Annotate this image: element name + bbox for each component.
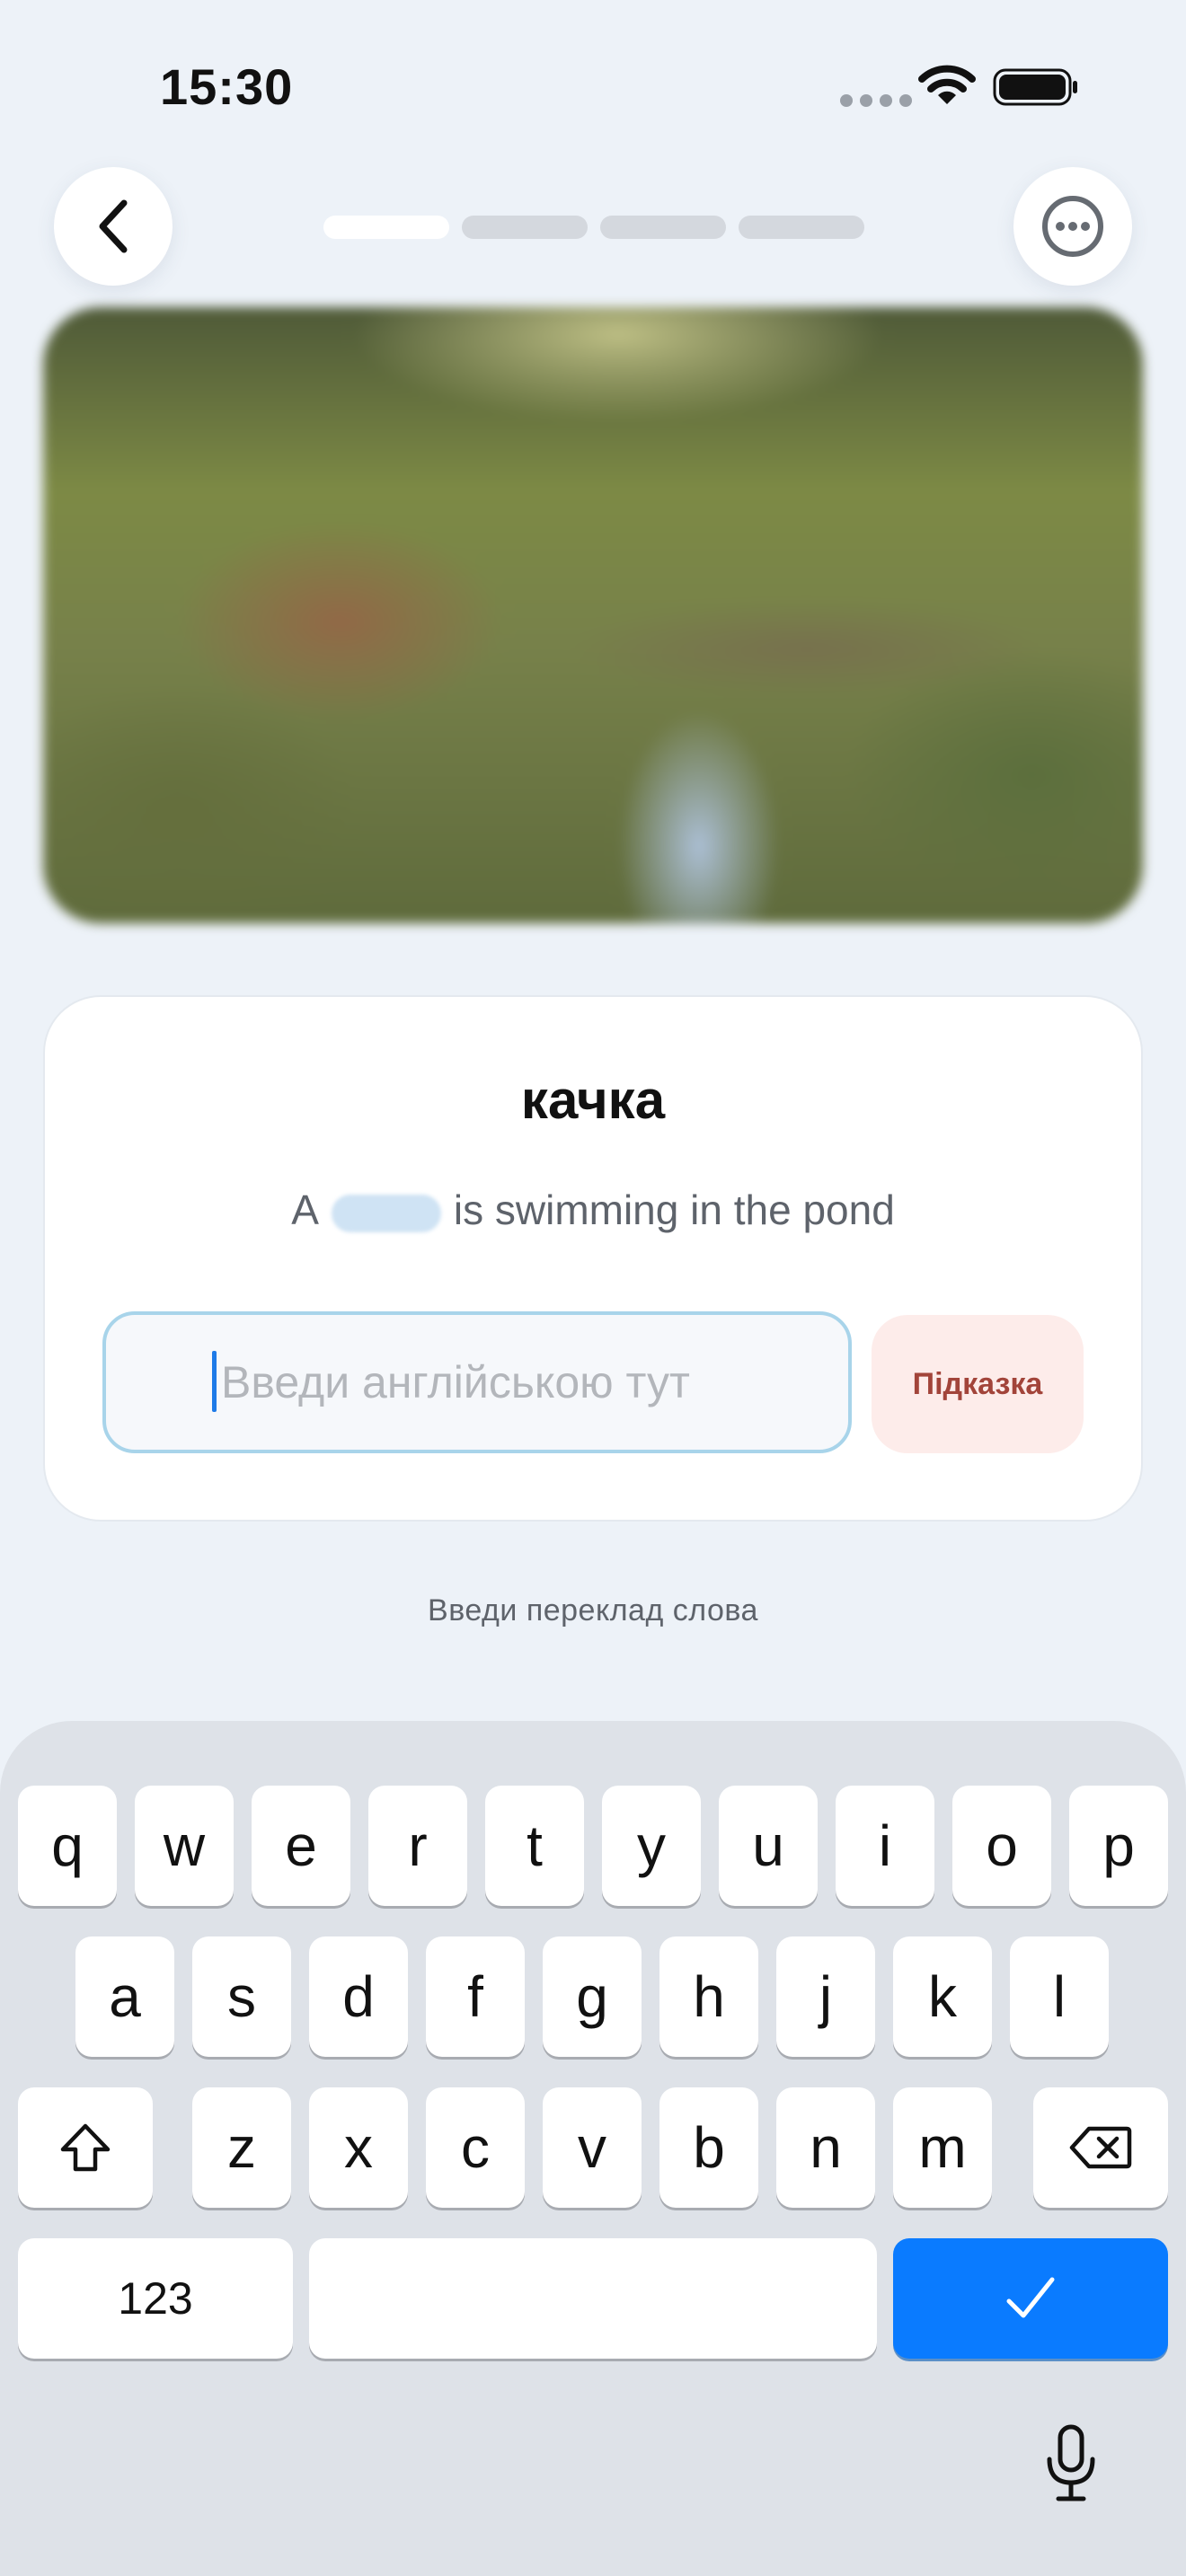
key-p[interactable]: p <box>1069 1786 1168 1906</box>
key-s[interactable]: s <box>192 1936 291 2057</box>
status-bar: 15:30 <box>0 0 1186 171</box>
back-button[interactable] <box>54 167 173 286</box>
key-e[interactable]: e <box>252 1786 350 1906</box>
progress-segment <box>739 216 864 239</box>
checkmark-icon <box>1006 2277 1055 2318</box>
numbers-key[interactable]: 123 <box>18 2238 293 2359</box>
status-time: 15:30 <box>160 58 294 115</box>
key-u[interactable]: u <box>719 1786 818 1906</box>
key-h[interactable]: h <box>659 1936 758 2057</box>
progress-segment <box>323 216 449 239</box>
key-o[interactable]: o <box>952 1786 1051 1906</box>
word-image-blurred <box>43 307 1143 923</box>
key-c[interactable]: c <box>426 2087 525 2208</box>
key-v[interactable]: v <box>543 2087 642 2208</box>
key-i[interactable]: i <box>836 1786 934 1906</box>
lesson-progress <box>323 216 864 239</box>
key-w[interactable]: w <box>135 1786 234 1906</box>
example-sentence: Aduck is swimming in the pond <box>45 1186 1141 1234</box>
sentence-end: is swimming in the pond <box>453 1187 895 1233</box>
key-f[interactable]: f <box>426 1936 525 2057</box>
wifi-icon <box>918 65 976 104</box>
key-t[interactable]: t <box>485 1786 584 1906</box>
key-r[interactable]: r <box>368 1786 467 1906</box>
key-l[interactable]: l <box>1010 1936 1109 2057</box>
hidden-word-blur: duck <box>331 1194 441 1232</box>
text-cursor <box>212 1351 217 1412</box>
key-g[interactable]: g <box>543 1936 642 2057</box>
key-k[interactable]: k <box>893 1936 992 2057</box>
delete-icon <box>1069 2126 1132 2169</box>
progress-segment <box>600 216 726 239</box>
instruction-text: Введи переклад слова <box>428 1593 758 1628</box>
ellipsis-circle-icon <box>1042 196 1103 257</box>
target-word: качка <box>520 1070 666 1130</box>
delete-key[interactable] <box>1033 2087 1168 2208</box>
shift-icon <box>60 2123 111 2172</box>
sentence-start: A <box>291 1187 319 1233</box>
battery-icon <box>993 68 1077 106</box>
cellular-signal-icon <box>840 94 912 107</box>
key-y[interactable]: y <box>602 1786 701 1906</box>
key-d[interactable]: d <box>309 1936 408 2057</box>
key-q[interactable]: q <box>18 1786 117 1906</box>
chevron-left-icon <box>99 199 128 253</box>
progress-segment <box>462 216 588 239</box>
microphone-icon[interactable] <box>1042 2423 1100 2502</box>
key-m[interactable]: m <box>893 2087 992 2208</box>
key-z[interactable]: z <box>192 2087 291 2208</box>
key-n[interactable]: n <box>776 2087 875 2208</box>
done-key[interactable] <box>893 2238 1168 2359</box>
key-x[interactable]: x <box>309 2087 408 2208</box>
space-key[interactable] <box>309 2238 877 2359</box>
key-a[interactable]: a <box>75 1936 174 2057</box>
word-card: качка Aduck is swimming in the pond Підка… <box>43 995 1143 1522</box>
shift-key[interactable] <box>18 2087 153 2208</box>
key-b[interactable]: b <box>659 2087 758 2208</box>
keyboard: q w e r t y u i o p a s d f g h j k l z … <box>0 1721 1186 2576</box>
more-options-button[interactable] <box>1013 167 1132 286</box>
hint-button[interactable]: Підказка <box>872 1315 1084 1453</box>
key-j[interactable]: j <box>776 1936 875 2057</box>
